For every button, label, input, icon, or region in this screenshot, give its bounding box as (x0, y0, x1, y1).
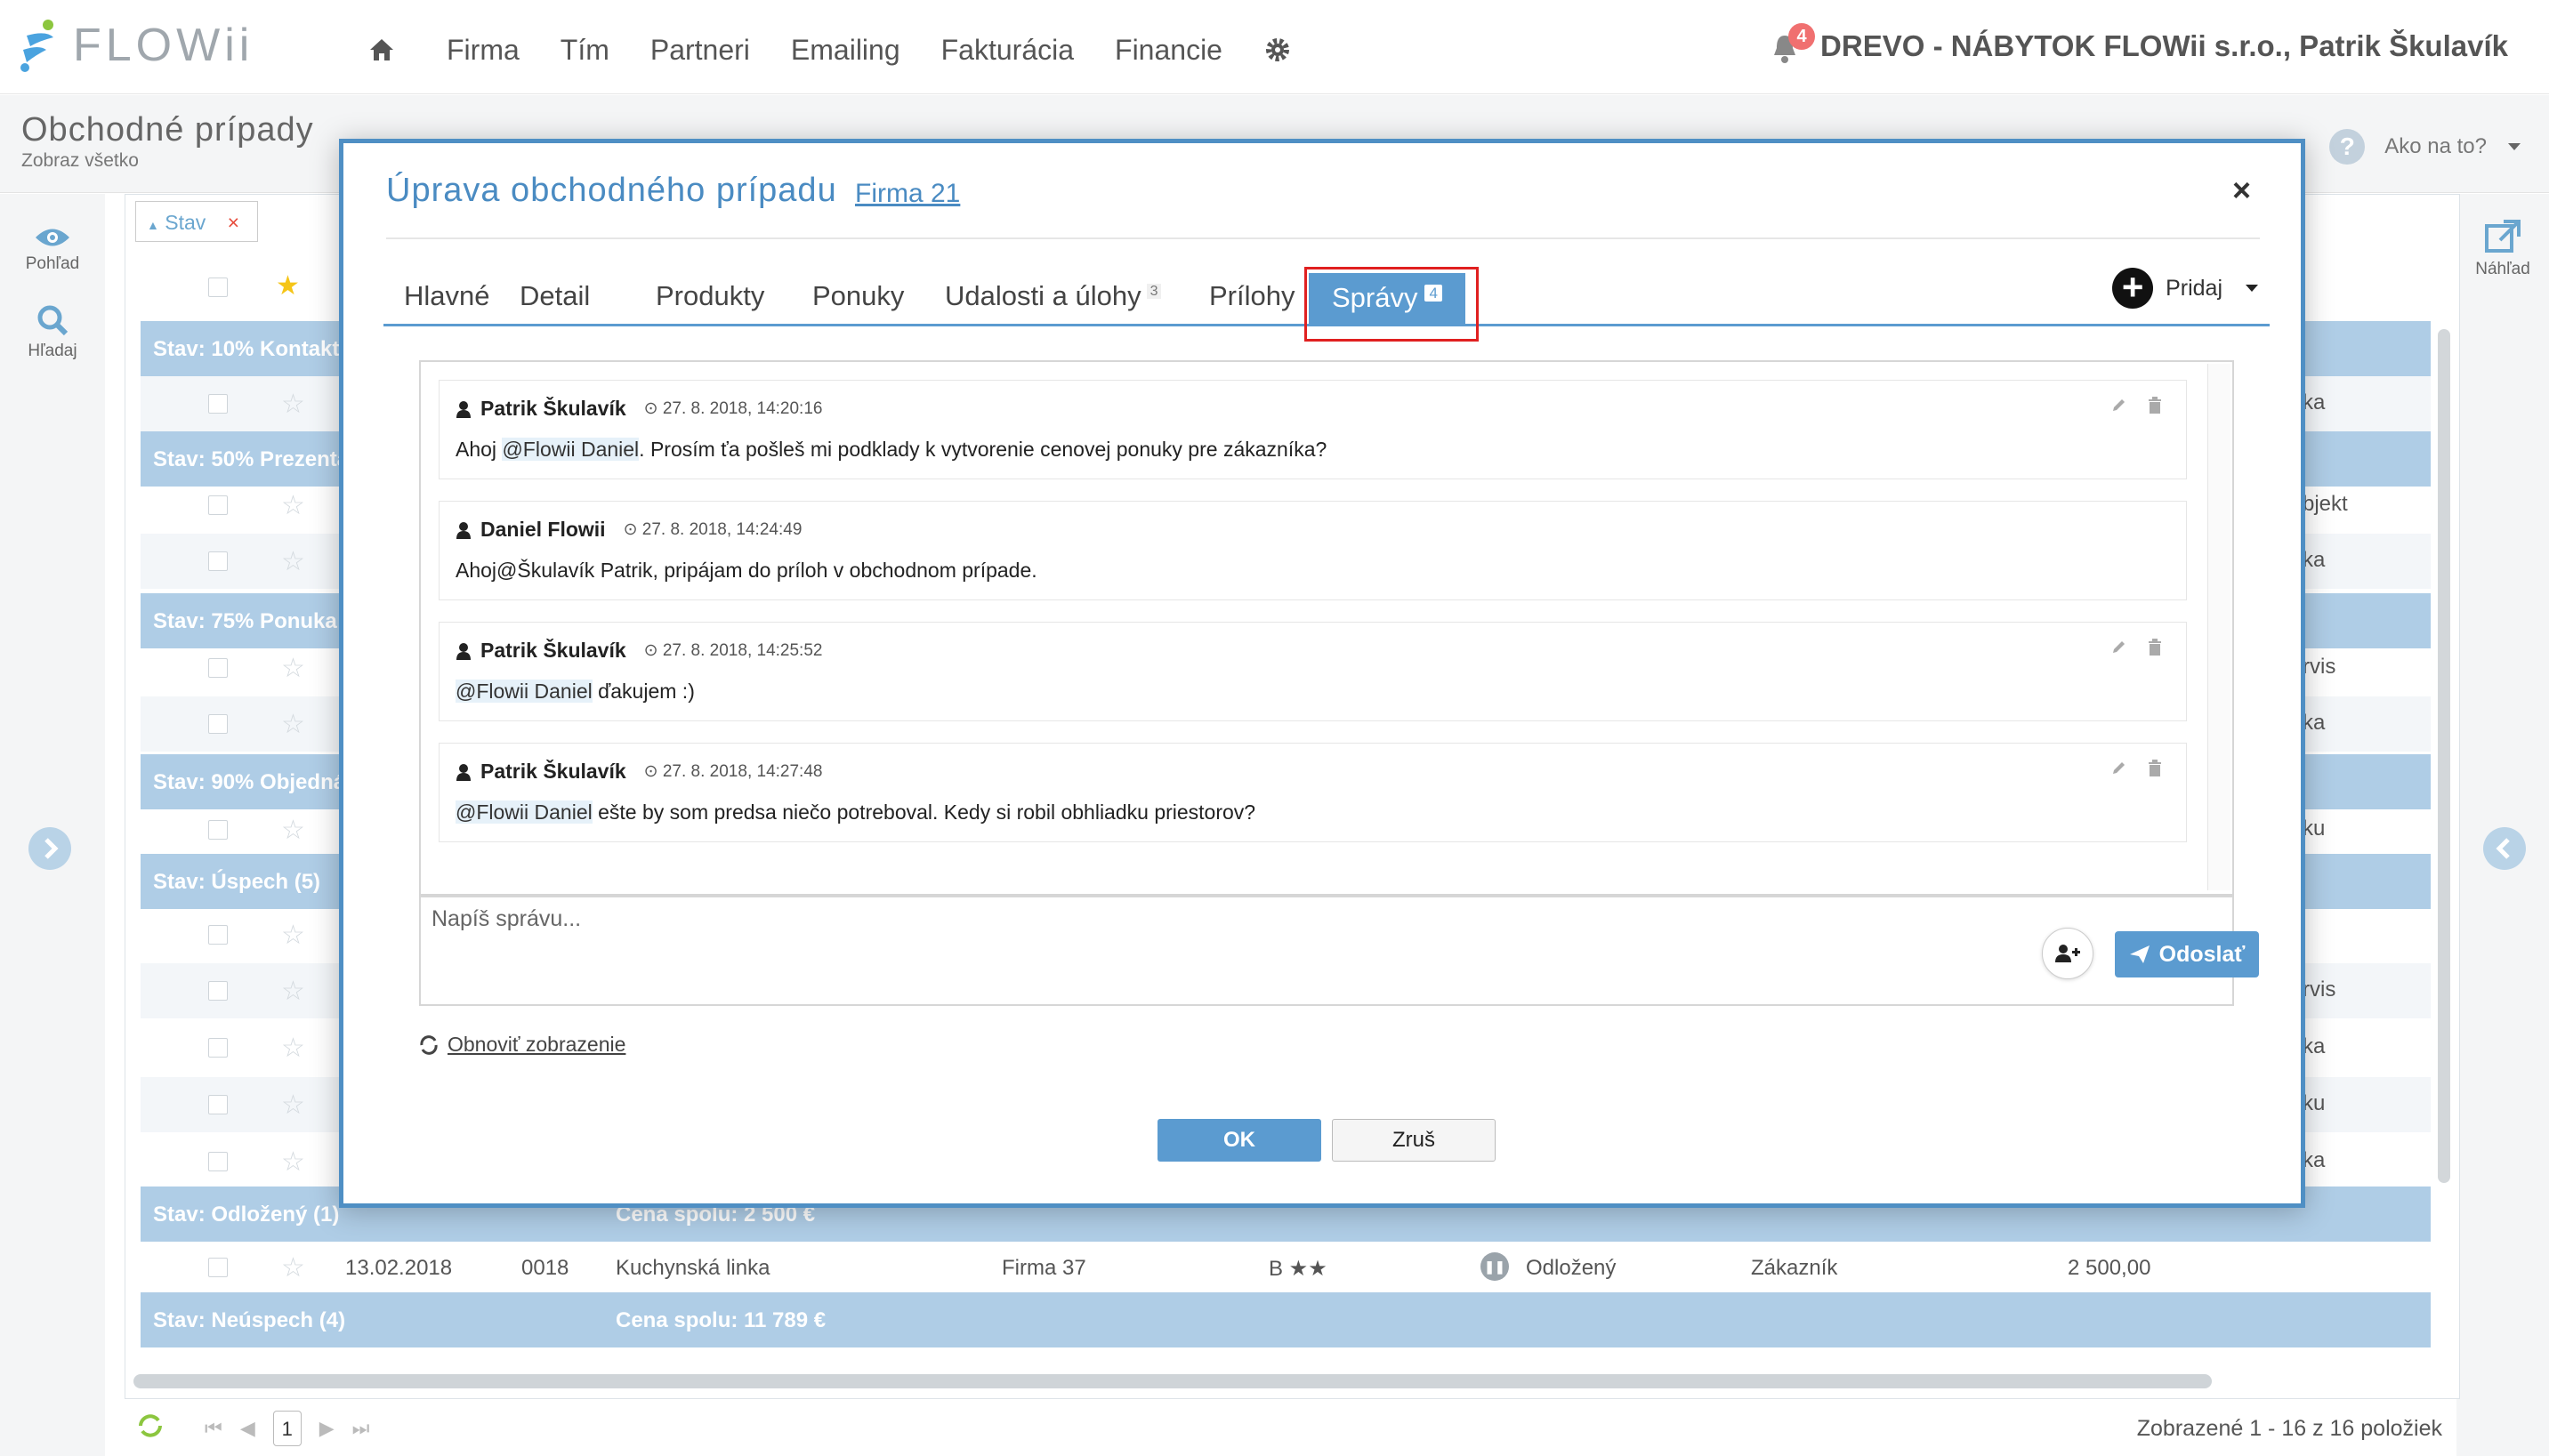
message-time-text: 27. 8. 2018, 14:27:48 (662, 762, 823, 781)
user-icon (456, 400, 471, 418)
messages-scrollbar[interactable] (2207, 364, 2230, 890)
paper-plane-icon (2129, 945, 2150, 963)
message-author: Patrik Škulavík (480, 760, 626, 783)
message-item: Daniel Flowii ⊙ 27. 8. 2018, 14:24:49 Ah… (439, 501, 2187, 600)
user-icon (456, 763, 471, 781)
message-composer[interactable]: Napíš správu... Odoslať (419, 896, 2259, 1006)
message-time-text: 27. 8. 2018, 14:25:52 (662, 641, 823, 660)
message-time: ⊙ 27. 8. 2018, 14:25:52 (644, 640, 823, 661)
message-text: @Flowii Daniel ešte by som predsa niečo … (456, 800, 1255, 825)
tab-udalosti-a-ulohy[interactable]: Udalosti a úlohy 3 (945, 280, 1162, 312)
tab-label: Ponuky (812, 280, 905, 311)
tab-ponuky[interactable]: Ponuky (812, 280, 904, 312)
message-time: ⊙ 27. 8. 2018, 14:20:16 (644, 398, 823, 419)
tab-hlavne[interactable]: Hlavné (404, 280, 490, 312)
tab-label: Produkty (656, 280, 765, 311)
message-tools (2111, 760, 2163, 777)
refresh-label: Obnoviť zobrazenie (448, 1033, 626, 1056)
refresh-icon (420, 1034, 438, 1055)
message-item: Patrik Škulavík ⊙ 27. 8. 2018, 14:20:16 … (439, 380, 2187, 479)
delete-trash-icon[interactable] (2147, 397, 2163, 414)
message-time-text: 27. 8. 2018, 14:20:16 (662, 399, 823, 418)
message-text-part: ďakujem :) (592, 680, 695, 703)
mention[interactable]: @Flowii Daniel (456, 800, 593, 824)
firm-link[interactable]: Firma 21 (855, 179, 960, 209)
tab-produkty[interactable]: Produkty (656, 280, 764, 312)
clock-icon: ⊙ (623, 520, 642, 539)
mention[interactable]: @Flowii Daniel (502, 438, 640, 461)
message-text: @Flowii Daniel ďakujem :) (456, 680, 695, 704)
refresh-view-link[interactable]: Obnoviť zobrazenie (419, 1033, 625, 1057)
message-time: ⊙ 27. 8. 2018, 14:24:49 (624, 519, 803, 540)
mention[interactable]: @Flowii Daniel (456, 680, 593, 703)
message-time-text: 27. 8. 2018, 14:24:49 (641, 520, 803, 539)
clock-icon: ⊙ (643, 641, 663, 660)
message-text: Ahoj@Škulavík Patrik, pripájam do príloh… (456, 559, 1037, 583)
tab-label: Udalosti a úlohy (945, 280, 1141, 311)
send-label: Odoslať (2158, 941, 2246, 967)
modal-title: Úprava obchodného prípadu (386, 172, 837, 209)
message-input-placeholder[interactable]: Napíš správu... (432, 906, 581, 932)
edit-deal-modal: Úprava obchodného prípadu Firma 21 × Hla… (339, 139, 2305, 1208)
message-header: Daniel Flowii ⊙ 27. 8. 2018, 14:24:49 (456, 518, 802, 542)
tab-count-badge: 3 (1146, 283, 1162, 299)
message-text-part: Ahoj (456, 438, 503, 461)
message-author: Patrik Škulavík (480, 639, 626, 662)
message-text-part: Ahoj@Škulavík Patrik, pripájam do príloh… (456, 559, 1037, 582)
tab-label: Hlavné (404, 280, 490, 311)
edit-pencil-icon[interactable] (2111, 760, 2127, 776)
message-author: Daniel Flowii (480, 518, 606, 541)
plus-circle-icon: + (2112, 268, 2154, 309)
ok-button[interactable]: OK (1158, 1119, 1321, 1162)
tab-label: Prílohy (1209, 280, 1295, 311)
message-text: Ahoj @Flowii Daniel. Prosím ťa pošleš mi… (456, 438, 1327, 462)
delete-trash-icon[interactable] (2147, 639, 2163, 656)
send-button[interactable]: Odoslať (2115, 931, 2259, 977)
tab-highlight-frame (1304, 267, 1479, 342)
caret-down-icon (2246, 285, 2258, 292)
tab-label: Detail (520, 280, 591, 311)
user-icon (456, 642, 471, 660)
message-tools (2111, 397, 2163, 414)
message-time: ⊙ 27. 8. 2018, 14:27:48 (644, 761, 823, 782)
clock-icon: ⊙ (643, 399, 663, 418)
close-icon[interactable]: × (2232, 172, 2251, 209)
delete-trash-icon[interactable] (2147, 760, 2163, 777)
message-item: Patrik Škulavík ⊙ 27. 8. 2018, 14:27:48 … (439, 743, 2187, 842)
add-dropdown-button[interactable]: + Pridaj (2112, 268, 2260, 309)
message-text-part: . Prosím ťa pošleš mi podklady k vytvore… (639, 438, 1327, 461)
tab-detail[interactable]: Detail (520, 280, 590, 312)
message-header: Patrik Škulavík ⊙ 27. 8. 2018, 14:25:52 (456, 639, 822, 663)
message-header: Patrik Škulavík ⊙ 27. 8. 2018, 14:27:48 (456, 760, 822, 784)
mention-user-button[interactable] (2042, 928, 2093, 979)
edit-pencil-icon[interactable] (2111, 639, 2127, 655)
message-item: Patrik Škulavík ⊙ 27. 8. 2018, 14:25:52 … (439, 622, 2187, 721)
messages-panel: Patrik Škulavík ⊙ 27. 8. 2018, 14:20:16 … (419, 360, 2234, 896)
message-header: Patrik Škulavík ⊙ 27. 8. 2018, 14:20:16 (456, 397, 822, 421)
cancel-button[interactable]: Zruš (1332, 1119, 1496, 1162)
message-text-part: ešte by som predsa niečo potreboval. Ked… (592, 800, 1256, 824)
add-user-icon (2055, 945, 2080, 962)
clock-icon: ⊙ (643, 762, 663, 781)
add-label: Pridaj (2166, 275, 2222, 301)
message-tools (2111, 639, 2163, 656)
user-icon (456, 521, 471, 539)
tab-prilohy[interactable]: Prílohy (1209, 280, 1295, 312)
edit-pencil-icon[interactable] (2111, 397, 2127, 413)
message-author: Patrik Škulavík (480, 397, 626, 420)
divider (386, 237, 2260, 239)
